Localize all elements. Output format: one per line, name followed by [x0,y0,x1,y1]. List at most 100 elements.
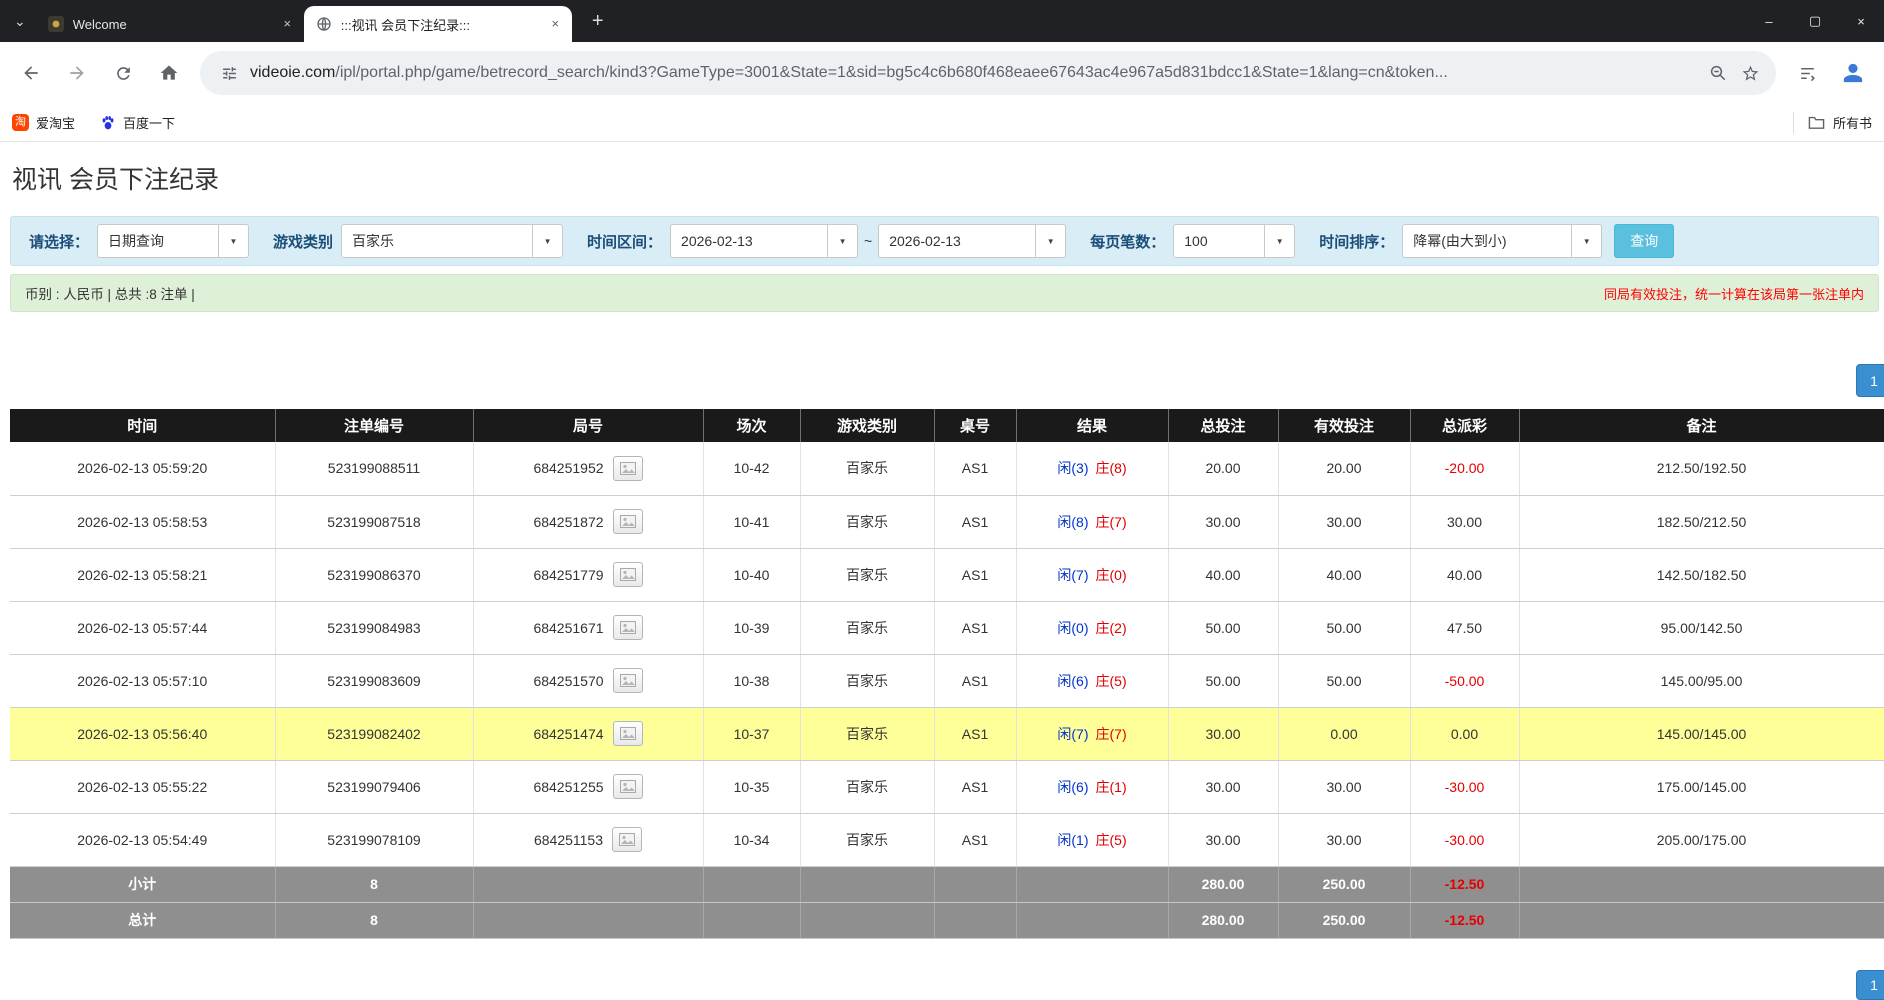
cell-result: 闲(7)庄(0) [1016,548,1168,601]
round-video-button[interactable] [613,668,643,693]
cell-note: 212.50/192.50 [1519,442,1884,495]
close-icon[interactable]: × [547,16,564,33]
cell-total-bet[interactable]: 30.00 [1168,813,1278,866]
caret-down-icon[interactable]: ▼ [218,225,248,257]
cell-valid-bet: 50.00 [1278,654,1410,707]
minimize-button[interactable]: – [1746,0,1792,42]
result-player: 闲(7) [1057,567,1088,583]
caret-down-icon[interactable]: ▼ [827,225,857,257]
round-video-button[interactable] [613,774,643,799]
maximize-button[interactable]: ▢ [1792,0,1838,42]
column-header: 注单编号 [275,409,473,442]
cell-session: 10-35 [703,760,800,813]
cell-bet-no: 523199088511 [275,442,473,495]
cell-result: 闲(8)庄(7) [1016,495,1168,548]
caret-down-icon[interactable]: ▼ [1035,225,1065,257]
cell-result: 闲(0)庄(2) [1016,601,1168,654]
taobao-icon: 淘 [12,114,29,131]
empty-cell [1519,902,1884,938]
close-icon[interactable]: × [279,16,296,33]
cell-total-bet[interactable]: 20.00 [1168,442,1278,495]
url-domain: videoie.com [250,64,335,81]
cell-round: 684251153 [473,813,703,866]
cell-total-bet[interactable]: 30.00 [1168,760,1278,813]
bookmark-label: 爱淘宝 [36,113,75,132]
cell-payout: 40.00 [1410,548,1519,601]
address-bar[interactable]: videoie.com/ipl/portal.php/game/betrecor… [200,51,1776,95]
cell-result: 闲(6)庄(1) [1016,760,1168,813]
round-no: 684251952 [533,460,603,476]
all-bookmarks-button[interactable]: 所有书 [1793,112,1872,134]
date-to-input[interactable]: 2026-02-13 ▼ [878,224,1066,258]
summary-bar: 币别 : 人民币 | 总共 :8 注单 | 同局有效投注，统一计算在该局第一张注… [10,274,1879,312]
bookmark-star-icon[interactable] [1741,64,1760,83]
cell-round: 684251255 [473,760,703,813]
total-total-bet: 280.00 [1168,902,1278,938]
round-video-button[interactable] [612,827,642,852]
profile-avatar-icon[interactable] [1835,55,1871,91]
back-icon[interactable] [13,55,49,91]
round-video-button[interactable] [613,456,643,481]
cell-bet-no: 523199078109 [275,813,473,866]
pagination-button-bottom[interactable]: 1 [1856,970,1884,1000]
round-video-button[interactable] [613,721,643,746]
cell-total-bet[interactable]: 30.00 [1168,495,1278,548]
bookmark-baidu[interactable]: 百度一下 [99,113,175,132]
cell-time: 2026-02-13 05:59:20 [10,442,275,495]
chevron-down-icon[interactable]: ⌄ [14,13,26,30]
round-video-button[interactable] [613,509,643,534]
table-row: 2026-02-13 05:58:53 523199087518 6842518… [10,495,1884,548]
cell-total-bet[interactable]: 50.00 [1168,601,1278,654]
forward-icon[interactable] [59,55,95,91]
empty-cell [703,902,800,938]
cell-game: 百家乐 [800,495,934,548]
round-video-button[interactable] [613,615,643,640]
close-window-button[interactable]: × [1838,0,1884,42]
caret-down-icon[interactable]: ▼ [1264,225,1294,257]
cell-game: 百家乐 [800,442,934,495]
cell-total-bet[interactable]: 40.00 [1168,548,1278,601]
date-from-input[interactable]: 2026-02-13 ▼ [670,224,858,258]
query-type-select[interactable]: 日期查询 ▼ [97,224,249,258]
filter-bar: 请选择： 日期查询 ▼ 游戏类别 百家乐 ▼ 时间区间： 2026-02-13 … [10,216,1879,266]
cell-total-bet[interactable]: 50.00 [1168,654,1278,707]
all-bookmarks-label: 所有书 [1833,113,1872,132]
window-controls: – ▢ × [1746,0,1884,42]
column-header: 游戏类别 [800,409,934,442]
cell-payout: 47.50 [1410,601,1519,654]
game-type-select[interactable]: 百家乐 ▼ [341,224,563,258]
caret-down-icon[interactable]: ▼ [532,225,562,257]
cell-note: 175.00/145.00 [1519,760,1884,813]
zoom-icon[interactable] [1709,64,1727,82]
sort-select[interactable]: 降幂(由大到小) ▼ [1402,224,1602,258]
new-tab-button[interactable]: + [584,7,612,35]
table-row: 2026-02-13 05:56:40 523199082402 6842514… [10,707,1884,760]
cell-table-no: AS1 [934,707,1016,760]
cell-time: 2026-02-13 05:58:21 [10,548,275,601]
cell-game: 百家乐 [800,813,934,866]
round-no: 684251779 [533,567,603,583]
cell-session: 10-34 [703,813,800,866]
cell-time: 2026-02-13 05:54:49 [10,813,275,866]
home-icon[interactable] [151,55,187,91]
column-header: 局号 [473,409,703,442]
site-info-icon[interactable] [216,60,242,86]
result-banker: 庄(5) [1096,673,1127,689]
cell-total-bet[interactable]: 30.00 [1168,707,1278,760]
table-row: 2026-02-13 05:55:22 523199079406 6842512… [10,760,1884,813]
caret-down-icon[interactable]: ▼ [1571,225,1601,257]
round-no: 684251255 [533,779,603,795]
tab-bet-record[interactable]: :::视讯 会员下注纪录::: × [304,6,572,42]
url-text[interactable]: videoie.com/ipl/portal.php/game/betrecor… [250,64,1448,82]
bookmark-aitaobao[interactable]: 淘 爱淘宝 [12,113,75,132]
pagination-button[interactable]: 1 [1856,364,1884,397]
round-video-button[interactable] [613,562,643,587]
cell-valid-bet: 30.00 [1278,813,1410,866]
cell-note: 142.50/182.50 [1519,548,1884,601]
cell-game: 百家乐 [800,707,934,760]
refresh-icon[interactable] [105,55,141,91]
per-page-input[interactable]: 100 ▼ [1173,224,1295,258]
search-button[interactable]: 查询 [1614,224,1674,258]
tab-welcome[interactable]: Welcome × [36,6,304,42]
filter-list-icon[interactable] [1789,55,1825,91]
